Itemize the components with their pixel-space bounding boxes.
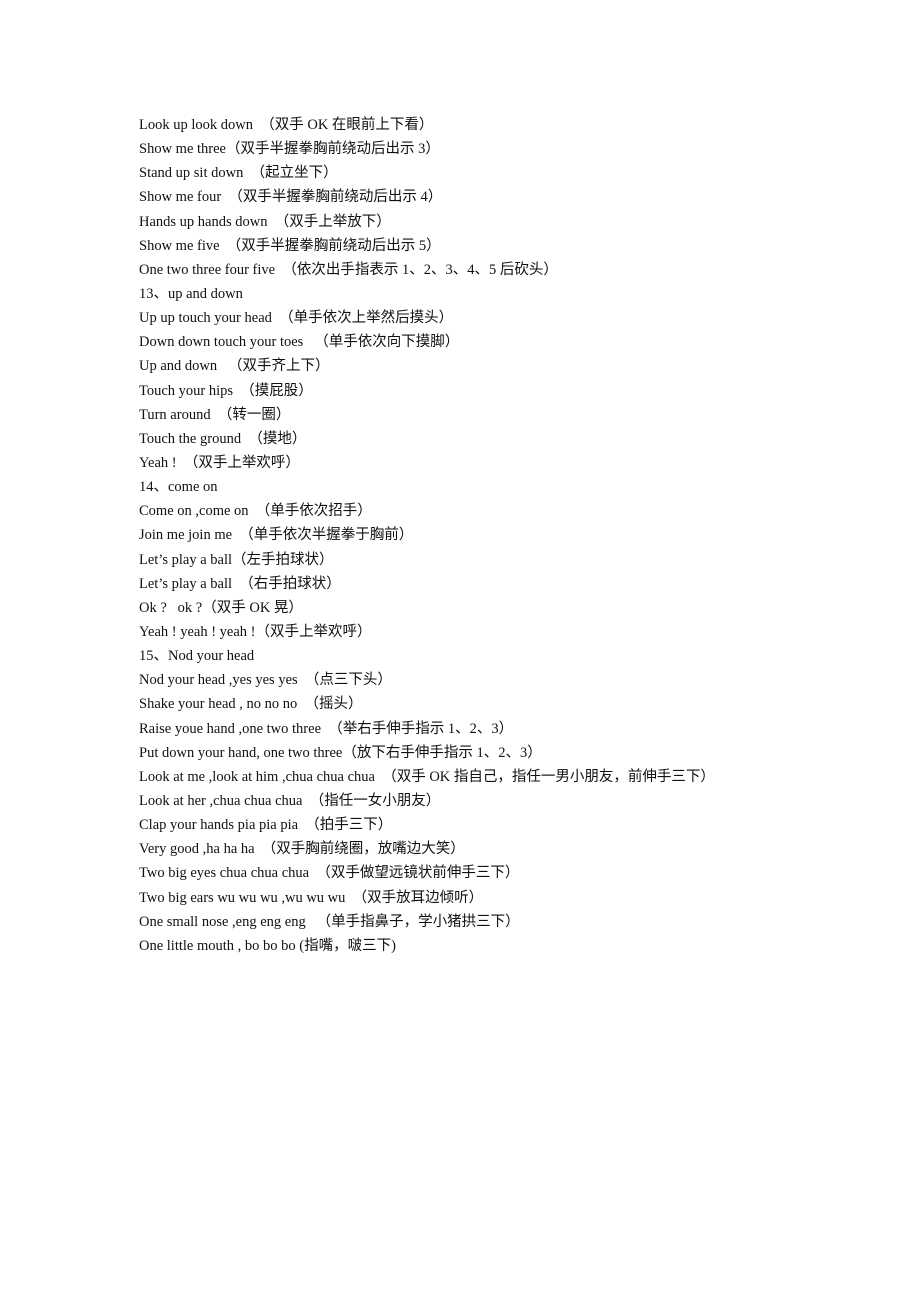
text-line: Touch your hips （摸屁股） — [139, 382, 313, 399]
text-line: Look up look down （双手 OK 在眼前上下看） — [139, 117, 434, 133]
text-line: Yeah ! （双手上举欢呼） — [139, 454, 300, 471]
text-line: Two big eyes chua chua chua （双手做望远镜状前伸手三… — [139, 865, 520, 882]
section-heading: 13、up and down — [139, 285, 243, 302]
text-line: Look at me ,look at him ,chua chua chua … — [139, 768, 715, 785]
text-line: Raise youe hand ,one two three （举右手伸手指示 … — [139, 720, 514, 737]
text-line: Shake your head , no no no （摇头） — [139, 696, 363, 713]
text-line: Show me three（双手半握拳胸前绕动后出示 3） — [139, 141, 440, 158]
text-line: Stand up sit down （起立坐下） — [139, 165, 338, 182]
text-line: Very good ,ha ha ha （双手胸前绕圈，放嘴边大笑） — [139, 841, 465, 858]
text-line: Join me join me （单手依次半握拳于胸前） — [139, 527, 414, 544]
section-heading: 15、Nod your head — [139, 648, 255, 665]
text-line: Yeah ! yeah ! yeah !（双手上举欢呼） — [139, 623, 372, 640]
text-line: Down down touch your toes （单手依次向下摸脚） — [139, 334, 460, 351]
text-line: Come on ,come on （单手依次招手） — [139, 503, 372, 520]
text-line: Let’s play a ball（左手拍球状） — [139, 551, 334, 568]
text-line: Up up touch your head （单手依次上举然后摸头） — [139, 310, 454, 327]
text-line: Let’s play a ball （右手拍球状） — [139, 575, 341, 592]
text-line: One little mouth , bo bo bo (指嘴，啵三下) — [139, 937, 396, 954]
text-line: Touch the ground （摸地） — [139, 430, 307, 447]
text-line: Show me five （双手半握拳胸前绕动后出示 5） — [139, 237, 441, 254]
text-line: Clap your hands pia pia pia （拍手三下） — [139, 817, 393, 834]
text-line: Nod your head ,yes yes yes （点三下头） — [139, 672, 392, 689]
text-line: Turn around （转一圈） — [139, 406, 291, 423]
text-line: Look at her ,chua chua chua （指任一女小朋友） — [139, 792, 441, 809]
document-page: Look up look down （双手 OK 在眼前上下看） Show me… — [139, 113, 839, 958]
text-line: Hands up hands down （双手上举放下） — [139, 213, 391, 230]
text-line: Put down your hand, one two three（放下右手伸手… — [139, 744, 542, 761]
section-heading: 14、come on — [139, 479, 218, 496]
text-line: Up and down （双手齐上下） — [139, 358, 330, 375]
text-line: One two three four five （依次出手指表示 1、2、3、4… — [139, 261, 558, 278]
text-line: Two big ears wu wu wu ,wu wu wu （双手放耳边倾听… — [139, 889, 484, 906]
text-line: Show me four （双手半握拳胸前绕动后出示 4） — [139, 189, 443, 206]
text-line: One small nose ,eng eng eng （单手指鼻子，学小猪拱三… — [139, 913, 520, 930]
text-line: Ok ? ok ?（双手 OK 晃） — [139, 599, 303, 616]
